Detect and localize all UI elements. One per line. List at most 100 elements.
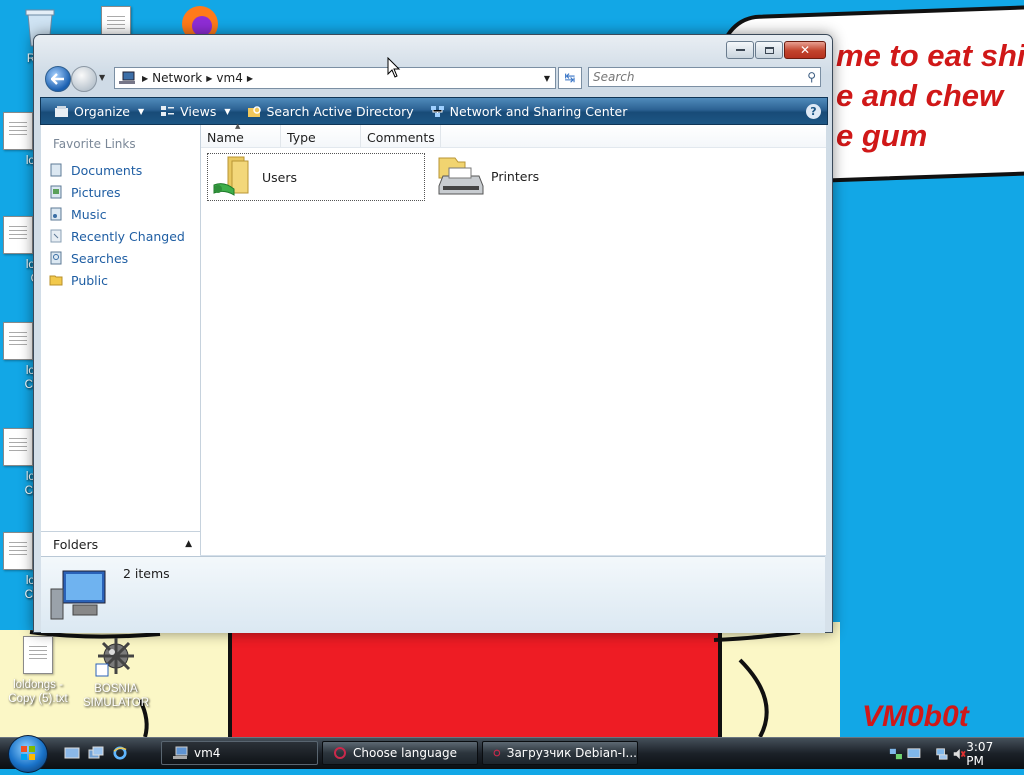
documents-icon bbox=[50, 163, 62, 177]
network-icon bbox=[430, 105, 444, 117]
speech-bubble-text: me to eat shit e and chew e gum bbox=[836, 38, 1024, 153]
favorite-links-header: Favorite Links bbox=[53, 137, 136, 151]
text-file-icon bbox=[3, 532, 33, 570]
wallpaper-signature: VM0b0t bbox=[862, 700, 969, 733]
breadcrumb-separator[interactable]: ▶ bbox=[247, 74, 253, 83]
desktop-icon-bosnia-simulator[interactable]: BOSNIA SIMULATOR bbox=[78, 634, 154, 710]
text-file-icon bbox=[23, 636, 53, 674]
directory-icon bbox=[247, 105, 261, 117]
searches-icon bbox=[50, 251, 62, 265]
explorer-window: ✕ ▼ ▶ Network ▶ vm4 ▶ ▼ ↹ Search ⚲ Organ… bbox=[33, 34, 833, 633]
public-folder-icon bbox=[49, 275, 63, 286]
breadcrumb-vm4[interactable]: vm4 bbox=[216, 71, 242, 85]
desktop-icon-file[interactable]: loldongs - Copy (5).txt bbox=[0, 636, 76, 706]
item-count: 2 items bbox=[123, 566, 170, 581]
volume-muted-icon[interactable] bbox=[952, 746, 967, 762]
item-name: Users bbox=[262, 169, 298, 185]
file-list: ▲ Name Type Comments Users Printers bbox=[201, 122, 826, 555]
address-dropdown[interactable]: ▼ bbox=[538, 73, 555, 83]
restore-icon bbox=[764, 46, 774, 54]
minimize-icon bbox=[735, 49, 745, 51]
views-menu[interactable]: Views ▼ bbox=[157, 104, 233, 119]
command-bar: Organize ▼ Views ▼ Search Active Directory… bbox=[40, 97, 828, 125]
organize-icon bbox=[55, 105, 68, 117]
system-tray: 3:07 PM bbox=[869, 738, 1024, 769]
printers-folder-icon bbox=[438, 157, 484, 195]
recent-pages-dropdown[interactable]: ▼ bbox=[99, 73, 105, 82]
nav-link-documents[interactable]: Documents bbox=[41, 159, 200, 181]
internet-explorer-icon[interactable] bbox=[112, 746, 128, 760]
nav-link-searches[interactable]: Searches bbox=[41, 247, 200, 269]
taskbar-button-choose-language[interactable]: Choose language bbox=[322, 741, 478, 765]
organize-menu[interactable]: Organize ▼ bbox=[51, 104, 147, 119]
text-file-icon bbox=[3, 112, 33, 150]
column-headers: ▲ Name Type Comments bbox=[201, 122, 826, 148]
nav-link-public[interactable]: Public bbox=[41, 269, 200, 291]
views-icon bbox=[161, 105, 175, 116]
item-name: Printers bbox=[491, 168, 540, 184]
navigation-pane: Favorite Links Documents Pictures Music … bbox=[41, 125, 201, 555]
desktop-icon-firefox[interactable] bbox=[162, 2, 238, 36]
taskbar-button-vm4[interactable]: vm4 bbox=[161, 741, 318, 765]
forward-button[interactable] bbox=[71, 66, 97, 92]
breadcrumb-separator[interactable]: ▶ bbox=[142, 74, 148, 83]
list-item[interactable]: Users bbox=[207, 153, 425, 201]
caption-buttons: ✕ bbox=[726, 41, 826, 59]
taskbar: vm4 Choose language Загрузчик Debian-I..… bbox=[0, 735, 1024, 773]
help-button[interactable]: ? bbox=[806, 103, 821, 119]
search-active-directory-button[interactable]: Search Active Directory bbox=[244, 104, 417, 119]
search-input[interactable]: Search ⚲ bbox=[588, 67, 821, 87]
minimize-button[interactable] bbox=[726, 41, 754, 59]
breadcrumb-separator[interactable]: ▶ bbox=[206, 74, 212, 83]
start-button[interactable] bbox=[8, 735, 48, 773]
search-placeholder: Search bbox=[593, 70, 635, 84]
network-computer-icon bbox=[119, 71, 135, 84]
breadcrumb-network[interactable]: Network bbox=[152, 71, 202, 85]
computer-icon bbox=[50, 570, 106, 620]
firefox-icon bbox=[182, 6, 218, 36]
mouse-cursor-icon bbox=[387, 57, 401, 78]
network-computer-icon bbox=[173, 746, 188, 759]
pictures-icon bbox=[50, 185, 62, 199]
nav-link-music[interactable]: Music bbox=[41, 203, 200, 225]
close-icon: ✕ bbox=[799, 43, 811, 57]
column-header-name[interactable]: ▲ Name bbox=[201, 122, 281, 147]
list-item[interactable]: Printers bbox=[429, 153, 629, 199]
debian-installer-icon bbox=[334, 747, 346, 759]
address-row: ▼ ▶ Network ▶ vm4 ▶ ▼ ↹ Search ⚲ bbox=[42, 65, 826, 92]
display-tray-icon[interactable] bbox=[907, 746, 921, 762]
back-button[interactable] bbox=[45, 66, 71, 92]
network-tray-icon[interactable] bbox=[889, 746, 903, 762]
refresh-icon: ↹ bbox=[564, 70, 576, 86]
recently-changed-icon bbox=[50, 229, 62, 243]
nav-link-recently-changed[interactable]: Recently Changed bbox=[41, 225, 200, 247]
shared-folder-icon bbox=[213, 156, 249, 196]
folders-label: Folders bbox=[53, 536, 99, 552]
network-sharing-center-button[interactable]: Network and Sharing Center bbox=[427, 104, 631, 119]
search-icon[interactable]: ⚲ bbox=[807, 70, 816, 84]
chevron-up-icon: ▲ bbox=[185, 539, 192, 549]
address-bar[interactable]: ▶ Network ▶ vm4 ▶ ▼ bbox=[114, 67, 556, 89]
column-header-type[interactable]: Type bbox=[281, 125, 361, 147]
windows-logo-icon bbox=[21, 746, 35, 760]
refresh-button[interactable]: ↹ bbox=[558, 67, 582, 89]
network-status-icon[interactable] bbox=[935, 746, 949, 762]
mine-icon bbox=[95, 638, 134, 677]
column-header-comments[interactable]: Comments bbox=[361, 125, 441, 147]
show-desktop-icon[interactable] bbox=[64, 746, 80, 760]
sort-ascending-icon: ▲ bbox=[235, 122, 241, 130]
music-icon bbox=[50, 207, 62, 221]
text-file-icon bbox=[3, 322, 33, 360]
back-arrow-icon bbox=[51, 73, 64, 85]
debian-installer-icon bbox=[493, 749, 501, 757]
details-pane: 2 items bbox=[41, 556, 825, 633]
text-file-icon bbox=[3, 216, 33, 254]
text-file-icon bbox=[3, 428, 33, 466]
clock[interactable]: 3:07 PM bbox=[966, 740, 1008, 768]
folders-toggle[interactable]: Folders ▲ bbox=[41, 531, 200, 556]
close-button[interactable]: ✕ bbox=[784, 41, 826, 59]
taskbar-button-debian-installer[interactable]: Загрузчик Debian-I... bbox=[482, 741, 638, 765]
maximize-button[interactable] bbox=[755, 41, 783, 59]
nav-link-pictures[interactable]: Pictures bbox=[41, 181, 200, 203]
switch-windows-icon[interactable] bbox=[88, 746, 104, 760]
